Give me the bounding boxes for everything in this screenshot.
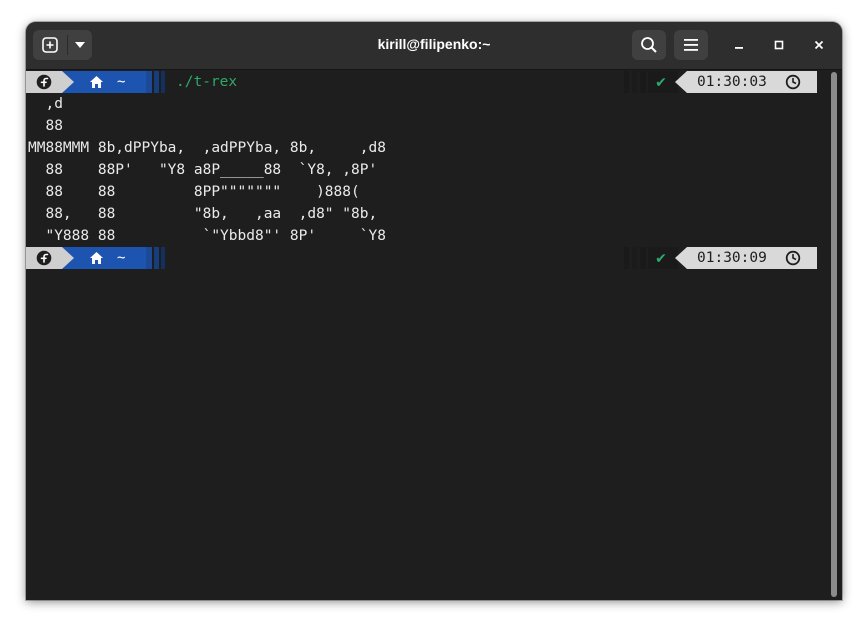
separator	[154, 71, 159, 93]
current-directory: ~	[117, 250, 126, 266]
plus-square-icon	[42, 37, 58, 53]
clock-icon	[785, 74, 801, 90]
new-tab-split-button	[33, 30, 92, 60]
prompt-time: 01:30:09	[697, 250, 767, 266]
home-icon	[88, 73, 104, 91]
close-button[interactable]	[809, 35, 829, 55]
separator	[62, 71, 74, 93]
separator	[146, 247, 152, 269]
os-segment	[26, 247, 62, 269]
separator	[632, 247, 637, 269]
output-line: MM88MMM 8b,dPPYba, ,adPPYba, 8b, ,d8	[28, 140, 386, 156]
home-icon	[88, 249, 104, 267]
directory-segment	[62, 247, 146, 269]
prompt-line: ~ ✔ 01:30:09	[26, 247, 817, 269]
output-line: 88, 88 "8b, ,aa ,d8" "8b,	[28, 206, 378, 222]
terminal-view[interactable]: ~ ./t-rex ✔ 01:30:03 ,d 88 MM88MMM 8b,dP…	[26, 70, 842, 600]
output-line: ,d	[28, 96, 63, 112]
separator	[640, 71, 646, 93]
output-line: 88 88 8PP""""""" )888(	[28, 184, 360, 200]
directory-segment	[62, 71, 146, 93]
headerbar: kirill@filipenko:~	[26, 22, 842, 70]
os-segment	[26, 71, 62, 93]
separator	[146, 71, 152, 93]
separator	[161, 71, 165, 93]
prompt-time: 01:30:03	[697, 74, 767, 90]
status-check-icon: ✔	[655, 75, 667, 91]
fedora-icon	[36, 250, 52, 266]
minimize-icon	[735, 47, 743, 49]
new-tab-button[interactable]	[33, 30, 67, 60]
search-icon	[641, 37, 657, 53]
close-icon	[814, 40, 824, 50]
minimize-button[interactable]	[729, 35, 749, 55]
new-tab-menu-button[interactable]	[68, 30, 92, 60]
separator	[675, 247, 687, 269]
command-text: ./t-rex	[176, 74, 238, 90]
separator	[624, 71, 629, 93]
time-segment: 01:30:09	[687, 247, 817, 269]
separator	[154, 247, 159, 269]
output-line: 88 88P' "Y8 a8P_____88 `Y8, ,8P'	[28, 162, 378, 178]
prompt-line: ~ ./t-rex ✔ 01:30:03	[26, 71, 817, 93]
status-check-icon: ✔	[655, 251, 667, 267]
maximize-button[interactable]	[769, 35, 789, 55]
output-line: "Y888 88 `"Ybbd8"' 8P' `Y8	[28, 228, 386, 244]
separator	[640, 247, 646, 269]
fedora-icon	[36, 74, 52, 90]
search-button[interactable]	[632, 30, 666, 60]
separator	[624, 247, 629, 269]
terminal-window: kirill@filipenko:~ ~ ./t-rex ✔ 01:30:03 …	[26, 22, 842, 600]
window-title: kirill@filipenko:~	[377, 36, 491, 52]
chevron-down-icon	[75, 42, 85, 48]
main-menu-button[interactable]	[674, 30, 708, 60]
time-segment: 01:30:03	[687, 71, 817, 93]
separator	[62, 247, 74, 269]
maximize-icon	[774, 40, 784, 50]
hamburger-menu-icon	[684, 39, 698, 51]
output-line: 88	[28, 118, 63, 134]
scrollbar[interactable]	[831, 72, 837, 597]
separator	[632, 71, 637, 93]
separator	[161, 247, 165, 269]
separator	[675, 71, 687, 93]
current-directory: ~	[117, 74, 126, 90]
clock-icon	[785, 250, 801, 266]
